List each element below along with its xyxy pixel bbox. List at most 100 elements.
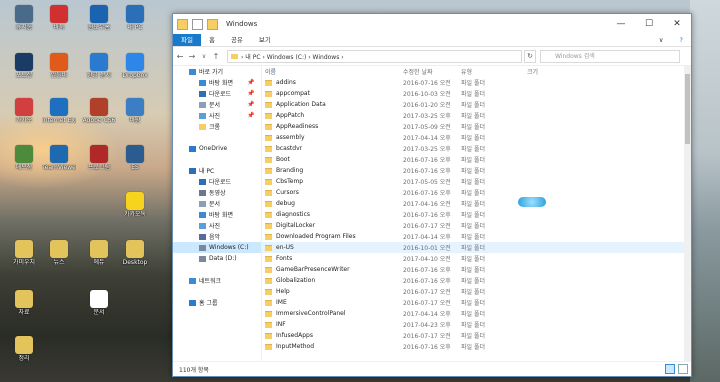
details-view-icon[interactable] [665, 364, 675, 374]
folder-icon [265, 200, 272, 207]
desktop-icon[interactable]: 프로그램 [82, 145, 116, 171]
file-row[interactable]: addins 2016-07-16 오전 파일 폴더 [262, 77, 691, 88]
search-input[interactable]: Windows 검색 [540, 49, 680, 63]
desktop-icon[interactable]: 뉴스 [42, 240, 76, 266]
desktop-icon[interactable]: 정리 [7, 336, 41, 362]
file-row[interactable]: diagnostics 2016-07-16 오후 파일 폴더 [262, 209, 691, 220]
nav-item[interactable]: Data (D:) [173, 253, 261, 264]
file-row[interactable]: Fonts 2017-04-10 오전 파일 폴더 [262, 253, 691, 264]
large-icons-view-icon[interactable] [678, 364, 688, 374]
nav-item[interactable]: OneDrive [173, 143, 261, 154]
file-row[interactable]: assembly 2017-04-14 오후 파일 폴더 [262, 132, 691, 143]
file-row[interactable]: CbsTemp 2017-05-05 오전 파일 폴더 [262, 176, 691, 187]
column-header-type[interactable]: 유형 [461, 67, 527, 76]
file-row[interactable]: IME 2016-07-17 오전 파일 폴더 [262, 297, 691, 308]
file-row[interactable]: INF 2017-04-23 오후 파일 폴더 [262, 319, 691, 330]
file-row[interactable]: Help 2016-07-17 오전 파일 폴더 [262, 286, 691, 297]
file-row[interactable]: Boot 2016-07-16 오후 파일 폴더 [262, 154, 691, 165]
maximize-button[interactable]: ☐ [635, 14, 663, 34]
column-header-name[interactable]: 이름 [262, 67, 403, 76]
column-header-size[interactable]: 크기 [527, 67, 587, 76]
file-row[interactable]: InfusedApps 2016-07-17 오전 파일 폴더 [262, 330, 691, 341]
address-bar[interactable]: › 내 PC › Windows (C:) › Windows › [227, 49, 522, 63]
file-row[interactable]: debug 2017-04-16 오전 파일 폴더 [262, 198, 691, 209]
file-row[interactable]: Downloaded Program Files 2017-04-14 오후 파일 … [262, 231, 691, 242]
recent-locations-chevron-icon[interactable]: ∨ [199, 53, 209, 60]
file-row[interactable]: en-US 2016-10-01 오전 파일 폴더 [262, 242, 691, 253]
file-row[interactable]: InputMethod 2016-07-16 오후 파일 폴더 [262, 341, 691, 352]
nav-item[interactable]: 사진 [173, 220, 261, 231]
vertical-scrollbar[interactable] [684, 66, 691, 362]
desktop-icon[interactable]: 바둑 [42, 5, 76, 31]
file-row[interactable]: GameBarPresenceWriter 2016-07-16 오후 파일 폴더 [262, 264, 691, 275]
desktop-icon[interactable]: 한글 문서 [82, 53, 116, 79]
nav-item[interactable]: 다운로드 [173, 176, 261, 187]
minimize-button[interactable]: — [607, 14, 635, 34]
desktop-app-icon [126, 240, 144, 258]
nav-item[interactable]: 다운로드 📌 [173, 88, 261, 99]
expand-ribbon-chevron-icon[interactable]: ∨ [651, 34, 672, 46]
nav-item[interactable]: 문서 📌 [173, 99, 261, 110]
desktop-icon[interactable]: Desktop [118, 240, 152, 266]
nav-item[interactable]: 내 PC [173, 165, 261, 176]
tab-view[interactable]: 보기 [251, 34, 279, 46]
quick-access-newfolder-icon[interactable] [207, 18, 218, 30]
nav-item[interactable]: 문서 [173, 198, 261, 209]
desktop-icon[interactable]: 문서 [82, 290, 116, 316]
desktop-icon[interactable]: Dropbox [118, 53, 152, 79]
desktop-app-icon [15, 290, 33, 308]
file-row[interactable]: ImmersiveControlPanel 2017-04-14 오후 파일 폴더 [262, 308, 691, 319]
nav-item-icon [199, 222, 206, 229]
desktop-icon[interactable]: 카카오 [7, 98, 41, 124]
nav-item[interactable]: 바탕 화면 📌 [173, 77, 261, 88]
tab-share[interactable]: 공유 [223, 34, 251, 46]
file-row[interactable]: appcompat 2016-10-03 오전 파일 폴더 [262, 88, 691, 99]
file-row[interactable]: Globalization 2016-07-16 오후 파일 폴더 [262, 275, 691, 286]
desktop-icon[interactable]: 바탕 [118, 98, 152, 124]
nav-item[interactable]: 네트워크 [173, 275, 261, 286]
forward-arrow-icon[interactable]: → [187, 52, 197, 61]
nav-item[interactable]: 크롬 [173, 121, 261, 132]
nav-item[interactable]: 바탕 화면 [173, 209, 261, 220]
file-date: 2016-07-17 오전 [403, 333, 451, 340]
file-row[interactable]: Cursors 2016-07-16 오후 파일 폴더 [262, 187, 691, 198]
nav-item[interactable]: 바로 가기 [173, 66, 261, 77]
scrollbar-thumb[interactable] [685, 74, 690, 144]
desktop-icon[interactable]: TeamViewer [42, 145, 76, 171]
column-header-date[interactable]: 수정한 날짜 [403, 67, 461, 76]
nav-item[interactable]: 홈 그룹 [173, 297, 261, 308]
close-button[interactable]: ✕ [663, 14, 691, 34]
desktop-icon[interactable]: 자료 [7, 290, 41, 316]
nav-item[interactable]: 사진 📌 [173, 110, 261, 121]
file-row[interactable]: DigitalLocker 2016-07-17 오전 파일 폴더 [262, 220, 691, 231]
file-row[interactable]: Branding 2016-07-16 오후 파일 폴더 [262, 165, 691, 176]
back-arrow-icon[interactable]: ← [175, 52, 185, 61]
desktop-icon[interactable]: 내 PC [118, 5, 152, 31]
desktop-icon[interactable]: 에듀 [82, 240, 116, 266]
file-row[interactable]: Application Data 2016-01-20 오전 파일 폴더 [262, 99, 691, 110]
desktop-icon[interactable]: Internet Explorer [42, 98, 76, 124]
file-row[interactable]: AppPatch 2017-03-25 오후 파일 폴더 [262, 110, 691, 121]
desktop-icon[interactable]: 메모장 [7, 145, 41, 171]
quick-access-folder-icon[interactable] [177, 18, 188, 30]
desktop-icon[interactable]: 포토샵 [7, 53, 41, 79]
desktop-icon[interactable]: 알툴바 [42, 53, 76, 79]
nav-item[interactable]: Windows (C:) [173, 242, 261, 253]
desktop-icon[interactable]: ES [118, 145, 152, 171]
desktop-icon[interactable]: 카카오톡 [118, 192, 152, 218]
tab-home[interactable]: 홈 [201, 34, 223, 46]
desktop-icon[interactable]: 휴지통 [7, 5, 41, 31]
help-icon[interactable]: ? [672, 34, 691, 46]
file-row[interactable]: AppReadiness 2017-05-09 오전 파일 폴더 [262, 121, 691, 132]
nav-item[interactable]: 동영상 [173, 187, 261, 198]
desktop-icon[interactable]: Adobe CS6 [82, 98, 116, 124]
tab-file[interactable]: 파일 [173, 34, 201, 46]
file-row[interactable]: bcastdvr 2017-03-25 오후 파일 폴더 [262, 143, 691, 154]
refresh-icon[interactable]: ↻ [524, 49, 536, 63]
up-arrow-icon[interactable]: ↑ [211, 52, 221, 61]
nav-item[interactable]: 음악 [173, 231, 261, 242]
desktop-icon[interactable]: 윈도우홈 [82, 5, 116, 31]
quick-access-properties-icon[interactable] [192, 18, 203, 30]
desktop-icon[interactable]: 가미우치 [7, 240, 41, 266]
title-bar[interactable]: Windows — ☐ ✕ [173, 14, 691, 34]
